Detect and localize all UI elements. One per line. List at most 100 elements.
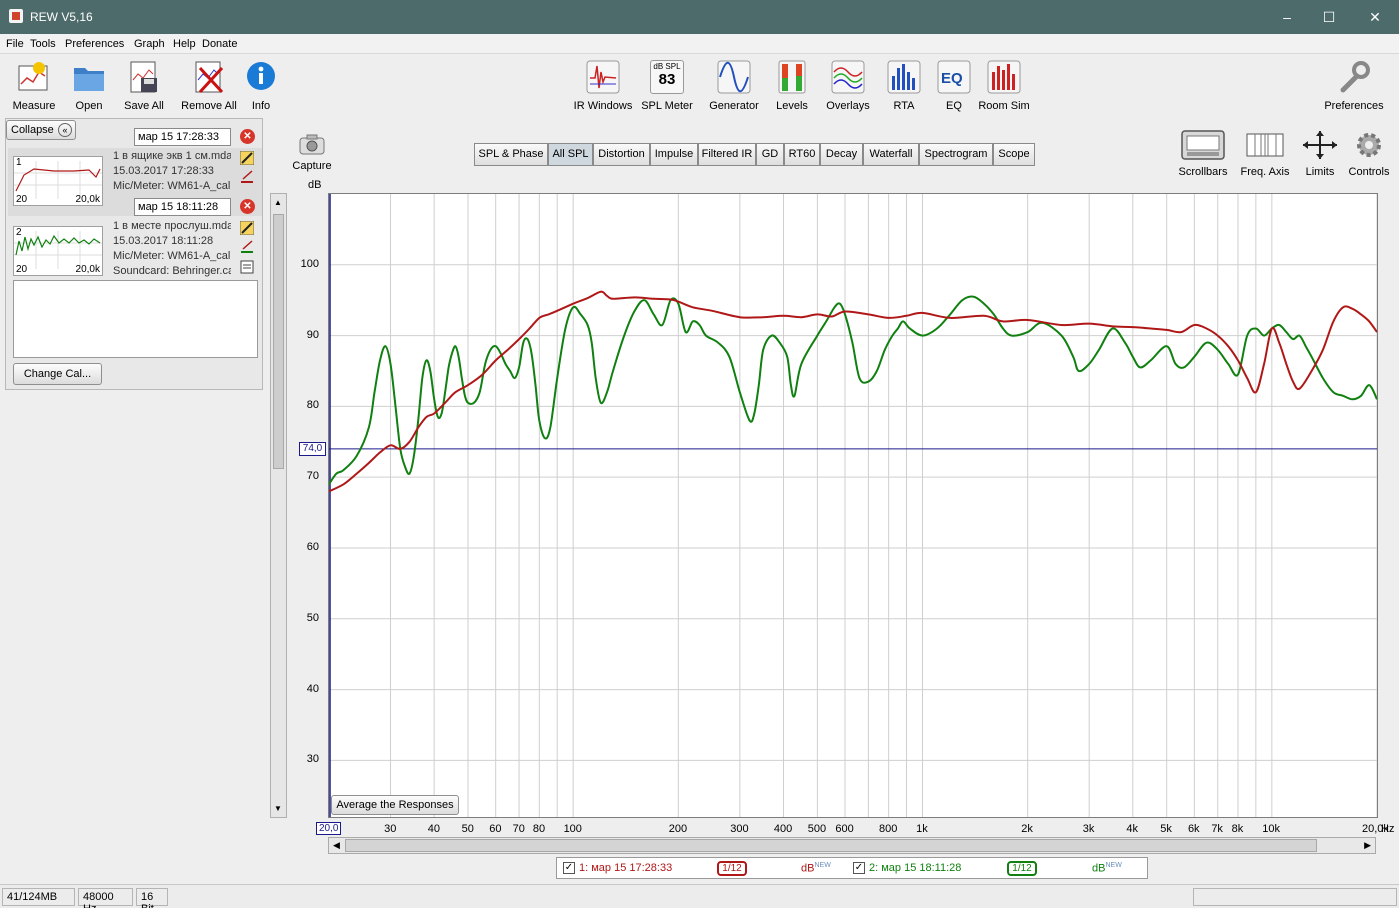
- y-tick-label: 90: [306, 328, 319, 341]
- x-tick-label: 60: [489, 823, 502, 835]
- wrench-icon: [1337, 60, 1371, 94]
- collapse-label: Collapse: [11, 124, 54, 136]
- notes-2-icon[interactable]: [240, 260, 254, 274]
- info-button[interactable]: Info: [244, 60, 278, 112]
- menu-preferences[interactable]: Preferences: [65, 38, 124, 50]
- overlays-button[interactable]: Overlays: [822, 60, 874, 112]
- remove-measurement-2-icon[interactable]: ✕: [240, 199, 255, 214]
- tab-impulse[interactable]: Impulse: [650, 143, 698, 166]
- measurement-mic-2: Mic/Meter: WM61-A_calib: [113, 250, 231, 262]
- overlays-label: Overlays: [826, 100, 870, 112]
- tab-waterfall[interactable]: Waterfall: [863, 143, 919, 166]
- series-line-1: [328, 290, 1378, 493]
- legend-smoothing-1[interactable]: 1/12: [717, 861, 747, 876]
- scrollbar-thumb[interactable]: [273, 214, 284, 469]
- open-label: Open: [75, 100, 103, 112]
- horizontal-scroll-thumb[interactable]: [345, 839, 1317, 852]
- menu-graph[interactable]: Graph: [134, 38, 165, 50]
- x-tick-label: 10k: [1262, 823, 1280, 835]
- menu-file[interactable]: File: [6, 38, 24, 50]
- generator-button[interactable]: Generator: [706, 60, 762, 112]
- x-tick-label[interactable]: 20,0: [316, 822, 342, 835]
- change-cal-button[interactable]: Change Cal...: [13, 363, 102, 385]
- notes-area[interactable]: [13, 280, 258, 358]
- x-tick-label: 3k: [1082, 823, 1095, 835]
- open-button[interactable]: Open: [68, 60, 110, 112]
- maximize-button[interactable]: ☐: [1306, 0, 1352, 34]
- ir-windows-button[interactable]: IR Windows: [572, 60, 634, 112]
- tab-distortion[interactable]: Distortion: [593, 143, 650, 166]
- x-tick-label: 50: [461, 823, 474, 835]
- eq-button[interactable]: EQ EQ: [937, 60, 971, 112]
- x-tick-label: 30: [384, 823, 397, 835]
- x-tick-label: 200: [668, 823, 688, 835]
- graph-horizontal-scrollbar[interactable]: ◀ ▶: [328, 837, 1376, 854]
- room-sim-button[interactable]: Room Sim: [978, 60, 1030, 112]
- scrollbars-button[interactable]: Scrollbars: [1176, 130, 1230, 178]
- x-tick-label: 6k: [1187, 823, 1200, 835]
- remove-all-button[interactable]: Remove All: [180, 60, 238, 112]
- freq-axis-icon: [1246, 130, 1284, 160]
- freq-axis-button[interactable]: Freq. Axis: [1238, 130, 1292, 178]
- x-tick-label: 70: [512, 823, 525, 835]
- measurement-name-field-1[interactable]: мар 15 17:28:33: [134, 128, 231, 146]
- scroll-down-icon[interactable]: ▼: [274, 804, 282, 813]
- measurement-thumbnail-1: 1 20 20,0k: [13, 156, 103, 206]
- limits-button[interactable]: Limits: [1298, 130, 1342, 178]
- edit-measurement-1-icon[interactable]: [239, 150, 255, 166]
- preferences-label: Preferences: [1324, 100, 1384, 112]
- tab-spectrogram[interactable]: Spectrogram: [919, 143, 993, 166]
- scroll-up-icon[interactable]: ▲: [274, 198, 282, 207]
- x-tick-label: 400: [773, 823, 793, 835]
- tab-all-spl[interactable]: All SPL: [548, 143, 593, 166]
- tab-gd[interactable]: GD: [756, 143, 784, 166]
- tab-scope[interactable]: Scope: [993, 143, 1035, 166]
- trace-color-2-icon[interactable]: [240, 239, 254, 253]
- save-all-button[interactable]: Save All: [120, 60, 168, 112]
- close-button[interactable]: ✕: [1352, 0, 1398, 34]
- measurement-name-field-2[interactable]: мар 15 18:11:28: [134, 198, 231, 216]
- tab-spl-phase[interactable]: SPL & Phase: [474, 143, 548, 166]
- levels-button[interactable]: Levels: [772, 60, 812, 112]
- status-extra-cell: [1193, 888, 1397, 906]
- tab-decay[interactable]: Decay: [820, 143, 863, 166]
- x-tick-label: 800: [879, 823, 898, 835]
- average-responses-button[interactable]: Average the Responses: [331, 795, 459, 815]
- reference-level-label[interactable]: 74,0: [299, 442, 326, 456]
- memory-status: 41/124MB: [2, 888, 75, 906]
- controls-button[interactable]: Controls: [1346, 130, 1392, 178]
- sample-rate-status: 48000 Hz: [78, 888, 133, 908]
- rta-button[interactable]: RTA: [886, 60, 922, 112]
- list-scrollbar[interactable]: ▲ ▼: [270, 193, 287, 818]
- minimize-button[interactable]: –: [1264, 0, 1310, 34]
- legend-checkbox-2[interactable]: ✓: [853, 862, 865, 874]
- measure-icon: [17, 60, 51, 94]
- legend-smoothing-2[interactable]: 1/12: [1007, 861, 1037, 876]
- measure-button[interactable]: Measure: [10, 60, 58, 112]
- tab-filtered-ir[interactable]: Filtered IR: [698, 143, 756, 166]
- room-sim-icon: [987, 60, 1021, 94]
- edit-measurement-2-icon[interactable]: [239, 220, 255, 236]
- thumbnail-axis-start-2: 20: [16, 264, 28, 275]
- menu-help[interactable]: Help: [173, 38, 196, 50]
- y-tick-label: 70: [306, 470, 319, 483]
- legend-checkbox-1[interactable]: ✓: [563, 862, 575, 874]
- ir-windows-icon: [586, 60, 620, 94]
- ir-windows-label: IR Windows: [573, 100, 633, 112]
- scroll-left-icon[interactable]: ◀: [333, 840, 340, 851]
- measurement-thumbnail-2: 2 20 20,0k: [13, 226, 103, 276]
- tab-rt60[interactable]: RT60: [784, 143, 820, 166]
- measure-label: Measure: [12, 100, 56, 112]
- spl-graph[interactable]: Average the Responses: [328, 193, 1378, 818]
- scroll-right-icon[interactable]: ▶: [1364, 840, 1371, 851]
- collapse-button[interactable]: Collapse «: [6, 120, 76, 140]
- preferences-button[interactable]: Preferences: [1322, 60, 1386, 112]
- limits-label: Limits: [1305, 166, 1335, 178]
- capture-button[interactable]: Capture: [290, 132, 334, 172]
- menu-donate[interactable]: Donate: [202, 38, 237, 50]
- trace-color-1-icon[interactable]: [240, 169, 254, 183]
- spl-meter-button[interactable]: dB SPL 83 SPL Meter: [640, 60, 694, 112]
- x-tick-label: 7k: [1211, 823, 1223, 835]
- menu-tools[interactable]: Tools: [30, 38, 56, 50]
- remove-measurement-1-icon[interactable]: ✕: [240, 129, 255, 144]
